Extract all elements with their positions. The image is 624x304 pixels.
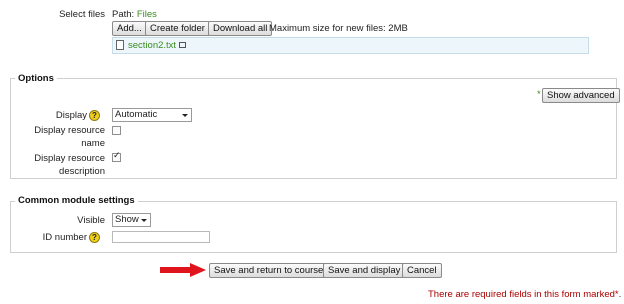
download-all-button[interactable]: Download all bbox=[208, 21, 273, 36]
required-note-text: There are required fields in this form m… bbox=[428, 289, 615, 300]
file-options-icon[interactable] bbox=[179, 42, 186, 48]
visible-label: Visible bbox=[77, 215, 105, 226]
show-advanced-button[interactable]: Show advanced bbox=[542, 88, 620, 103]
file-area: section2.txt bbox=[112, 37, 589, 54]
create-folder-button[interactable]: Create folder bbox=[145, 21, 210, 36]
add-button[interactable]: Add... bbox=[112, 21, 147, 36]
options-legend: Options bbox=[15, 73, 57, 85]
required-fields-note: There are required fields in this form m… bbox=[428, 289, 621, 301]
display-resource-description-label: Display resource description bbox=[34, 153, 105, 177]
visible-select[interactable]: Show bbox=[112, 213, 151, 227]
cancel-button[interactable]: Cancel bbox=[402, 263, 442, 278]
display-label: Display bbox=[55, 110, 87, 121]
id-number-input[interactable] bbox=[112, 231, 210, 243]
display-select-value: Automatic bbox=[115, 109, 158, 120]
path-row: Path: Files bbox=[112, 8, 157, 21]
common-settings-legend: Common module settings bbox=[15, 195, 138, 207]
display-select[interactable]: Automatic bbox=[112, 108, 192, 122]
file-icon bbox=[116, 40, 124, 50]
id-number-help-icon[interactable]: ? bbox=[89, 232, 100, 243]
file-name-link[interactable]: section2.txt bbox=[128, 40, 176, 52]
id-number-label: ID number bbox=[42, 232, 87, 243]
red-arrow-icon bbox=[160, 263, 206, 277]
visible-select-value: Show bbox=[115, 214, 139, 225]
display-resource-name-checkbox[interactable] bbox=[112, 126, 121, 135]
common-settings-fieldset bbox=[10, 201, 617, 253]
display-help-icon[interactable]: ? bbox=[89, 110, 100, 121]
chevron-down-icon bbox=[141, 219, 147, 222]
display-resource-description-checkbox[interactable] bbox=[112, 151, 121, 162]
save-and-return-button[interactable]: Save and return to course bbox=[209, 263, 329, 278]
path-files-link[interactable]: Files bbox=[137, 9, 157, 20]
max-size-text: Maximum size for new files: 2MB bbox=[269, 23, 408, 34]
display-resource-name-label: Display resource name bbox=[34, 125, 105, 149]
advanced-required-star: * bbox=[537, 89, 541, 100]
required-note-star: *. bbox=[614, 289, 622, 300]
path-label: Path: bbox=[112, 9, 135, 20]
select-files-label: Select files bbox=[59, 9, 105, 20]
save-and-display-button[interactable]: Save and display bbox=[323, 263, 406, 278]
chevron-down-icon bbox=[182, 114, 188, 117]
